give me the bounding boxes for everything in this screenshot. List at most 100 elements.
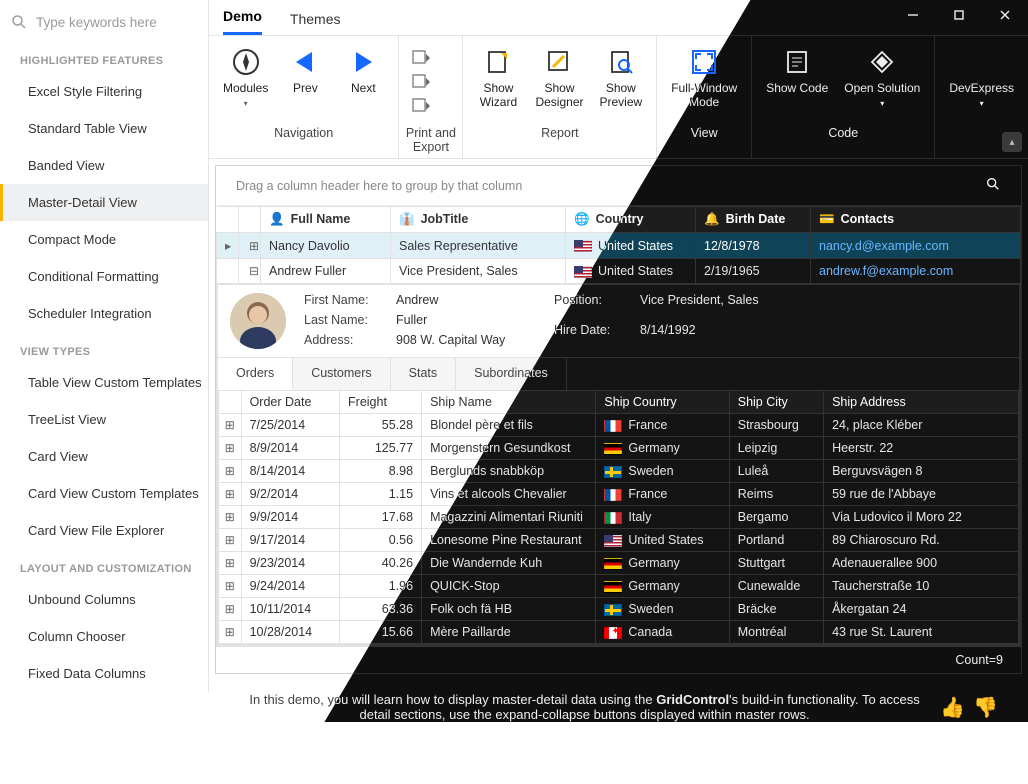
full-window-button-icon — [688, 46, 720, 78]
expand-button[interactable]: ⊞ — [223, 418, 237, 432]
sidebar-item[interactable]: Scheduler Integration — [0, 295, 208, 332]
detail-panel: First Name:AndrewLast Name:FullerAddress… — [217, 284, 1020, 645]
col-orderdate[interactable]: Order Date — [241, 391, 339, 414]
thumbs-down-icon[interactable]: 👎 — [973, 695, 998, 720]
col-shipcountry[interactable]: Ship Country — [596, 391, 729, 414]
flag-icon — [574, 240, 592, 252]
sidebar-item[interactable]: Compact Mode — [0, 221, 208, 258]
table-row[interactable]: ⊞10/28/201415.66Mère PaillardeCanadaMont… — [219, 621, 1019, 644]
export-button[interactable] — [409, 96, 433, 116]
show-preview-button[interactable]: Show Preview — [596, 42, 647, 114]
description: In this demo, you will learn how to disp… — [209, 680, 1028, 722]
footer-count: Count=9 — [216, 646, 1021, 673]
col-contacts[interactable]: 💳Contacts — [811, 207, 1021, 233]
sidebar-item[interactable]: Excel Style Filtering — [0, 73, 208, 110]
table-row[interactable]: ⊞9/24/20141.96QUICK-StopGermanyCunewalde… — [219, 575, 1019, 598]
show-designer-button[interactable]: Show Designer — [531, 42, 587, 114]
email-link[interactable]: nancy.d@example.com — [819, 239, 949, 253]
detail-tab[interactable]: Customers — [293, 358, 390, 390]
window-close-button[interactable] — [982, 0, 1028, 30]
expand-button[interactable]: ⊞ — [223, 487, 237, 501]
col-shipcity[interactable]: Ship City — [729, 391, 823, 414]
export-pdf-button[interactable] — [409, 72, 433, 92]
briefcase-icon: 👔 — [399, 212, 415, 227]
thumbs-up-icon[interactable]: 👍 — [940, 695, 965, 720]
col-jobtitle[interactable]: 👔JobTitle — [391, 207, 566, 233]
expand-button[interactable]: ⊞ — [223, 602, 237, 616]
expand-button[interactable]: ⊞ — [223, 625, 237, 639]
user-icon: 👤 — [269, 212, 285, 227]
sidebar-item[interactable]: TreeList View — [0, 401, 208, 438]
prev-button-icon — [289, 46, 321, 78]
expand-button[interactable]: ⊞ — [223, 533, 237, 547]
col-freight[interactable]: Freight — [340, 391, 422, 414]
prev-button[interactable]: Prev — [280, 42, 330, 100]
sidebar-item[interactable]: Unbound Columns — [0, 581, 208, 618]
open-solution-button[interactable]: Open Solution▾ — [840, 42, 924, 112]
bell-icon: 🔔 — [704, 212, 720, 227]
sidebar-item[interactable]: Fixed Data Columns — [0, 655, 208, 692]
modules-button[interactable]: Modules▾ — [219, 42, 272, 112]
table-row[interactable]: ⊞8/9/2014125.77Morgenstern GesundkostGer… — [219, 437, 1019, 460]
window-minimize-button[interactable] — [890, 0, 936, 30]
flag-icon — [604, 466, 622, 478]
col-shipname[interactable]: Ship Name — [422, 391, 596, 414]
chevron-down-icon: ▾ — [880, 100, 884, 108]
table-row[interactable]: ⊞9/17/20140.56Lonesome Pine RestaurantUn… — [219, 529, 1019, 552]
expand-button[interactable]: ⊞ — [223, 464, 237, 478]
flag-icon — [604, 558, 622, 570]
tab-demo[interactable]: Demo — [223, 8, 262, 35]
expand-button[interactable]: ⊞ — [247, 239, 261, 253]
flag-icon — [604, 627, 622, 639]
table-row[interactable]: ▸⊞Nancy DavolioSales RepresentativeUnite… — [217, 233, 1021, 259]
table-row[interactable]: ⊞10/11/201463.36Folk och fä HBSwedenBräc… — [219, 598, 1019, 621]
search-icon[interactable] — [985, 176, 1001, 195]
col-fullname[interactable]: 👤Full Name — [261, 207, 391, 233]
ribbon-collapse-button[interactable]: ▴ — [1002, 132, 1022, 152]
show-wizard-button[interactable]: Show Wizard — [473, 42, 523, 114]
ribbon-group-print: Print and Export — [399, 36, 463, 158]
detail-tab[interactable]: Stats — [391, 358, 457, 390]
expand-button[interactable]: ⊞ — [223, 556, 237, 570]
expand-button[interactable]: ⊞ — [223, 510, 237, 524]
table-row[interactable]: ⊞9/9/201417.68Magazzini Alimentari Riuni… — [219, 506, 1019, 529]
sidebar-item[interactable]: Banded View — [0, 147, 208, 184]
sidebar-item[interactable]: Standard Table View — [0, 110, 208, 147]
show-code-button[interactable]: Show Code — [762, 42, 832, 100]
flag-icon — [604, 581, 622, 593]
table-row[interactable]: ⊟Andrew FullerVice President, SalesUnite… — [217, 259, 1021, 284]
group-panel[interactable]: Drag a column header here to group by th… — [216, 166, 1021, 206]
email-link[interactable]: andrew.f@example.com — [819, 264, 953, 278]
sidebar-item[interactable]: Card View — [0, 438, 208, 475]
sidebar-item[interactable]: Conditional Formatting — [0, 258, 208, 295]
table-row[interactable]: ⊞8/14/20148.98Berglunds snabbköpSwedenLu… — [219, 460, 1019, 483]
flag-icon — [604, 604, 622, 616]
section-layout: LAYOUT AND CUSTOMIZATION — [0, 549, 208, 581]
expand-button[interactable]: ⊞ — [223, 579, 237, 593]
table-row[interactable]: ⊞9/23/201440.26Die Wandernde KuhGermanyS… — [219, 552, 1019, 575]
detail-tab[interactable]: Orders — [218, 358, 293, 390]
sidebar-item[interactable]: Master-Detail View — [0, 184, 208, 221]
col-country[interactable]: 🌐Country — [566, 207, 696, 233]
table-row[interactable]: ⊞9/2/20141.15Vins et alcools ChevalierFr… — [219, 483, 1019, 506]
col-birth[interactable]: 🔔Birth Date — [696, 207, 811, 233]
sidebar-item[interactable]: Card View File Explorer — [0, 512, 208, 549]
sidebar-item[interactable]: Table View Custom Templates — [0, 364, 208, 401]
expand-button[interactable]: ⊞ — [223, 441, 237, 455]
tab-themes[interactable]: Themes — [290, 11, 341, 35]
row-chevron-icon[interactable]: ▸ — [225, 238, 231, 253]
full-window-button[interactable]: Full-Window Mode — [667, 42, 741, 114]
next-button[interactable]: Next — [338, 42, 388, 100]
table-row[interactable]: ⊞7/25/201455.28Blondel père et filsFranc… — [219, 414, 1019, 437]
main: DemoThemesModules▾PrevNextNavigationPrin… — [209, 0, 1028, 722]
ribbon: Modules▾PrevNextNavigationPrint and Expo… — [209, 36, 1028, 159]
devexpress-button[interactable]: DevExpress▾ — [945, 42, 1018, 112]
search-input[interactable]: Type keywords here — [0, 13, 208, 41]
sidebar-item[interactable]: Column Chooser — [0, 618, 208, 655]
expand-button[interactable]: ⊟ — [247, 264, 261, 278]
window-restore-button[interactable] — [936, 0, 982, 30]
print-options-button[interactable] — [409, 48, 433, 68]
detail-tab[interactable]: Subordinates — [456, 358, 567, 390]
col-shipaddress[interactable]: Ship Address — [824, 391, 1019, 414]
sidebar-item[interactable]: Card View Custom Templates — [0, 475, 208, 512]
